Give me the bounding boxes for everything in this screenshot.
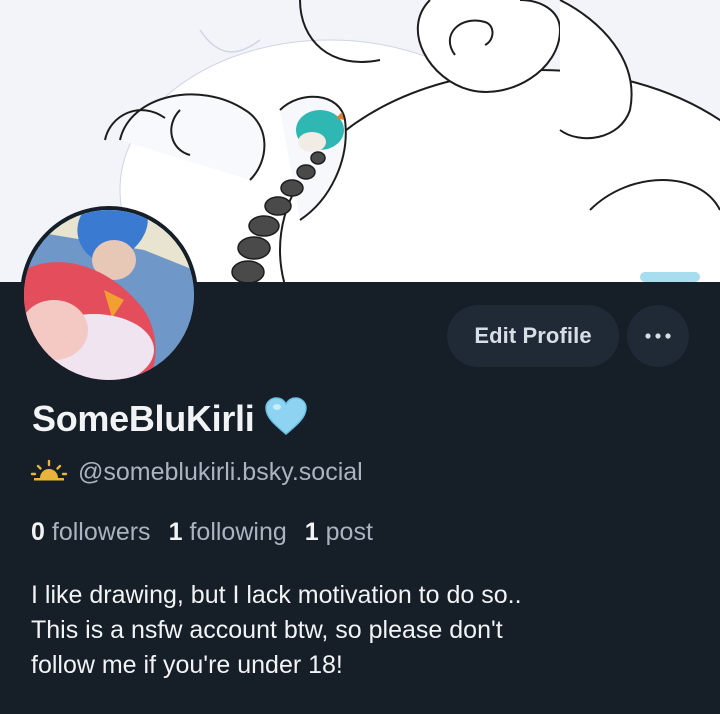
edit-profile-button[interactable]: Edit Profile	[447, 305, 619, 367]
followers-count: 0	[31, 518, 45, 546]
posts-stat: 1 post	[305, 518, 373, 547]
display-name-row: SomeBluKirli	[32, 396, 308, 441]
more-dots-icon	[645, 333, 671, 339]
posts-count: 1	[304, 518, 319, 546]
more-options-button[interactable]	[627, 305, 689, 367]
bio-line: follow me if you're under 18!	[31, 651, 343, 679]
sunrise-icon	[30, 458, 68, 487]
profile-stats: 0 followers 1 following 1 post	[31, 518, 391, 547]
handle[interactable]: @someblukirli.bsky.social	[78, 458, 363, 487]
handle-row: @someblukirli.bsky.social	[30, 458, 363, 487]
following-count: 1	[168, 518, 183, 546]
following-label: following	[189, 518, 287, 546]
following-stat[interactable]: 1 following	[169, 518, 287, 547]
profile-bio: I like drawing, but I lack motivation to…	[31, 578, 691, 683]
followers-label: followers	[51, 518, 151, 546]
posts-label: post	[325, 518, 373, 546]
light-blue-heart-icon	[264, 396, 308, 441]
avatar[interactable]	[20, 206, 198, 384]
avatar-artwork	[24, 210, 194, 380]
display-name: SomeBluKirli	[32, 397, 255, 439]
bio-line: I like drawing, but I lack motivation to…	[31, 581, 522, 609]
bio-line: This is a nsfw account btw, so please do…	[31, 616, 503, 644]
followers-stat[interactable]: 0 followers	[31, 518, 151, 547]
